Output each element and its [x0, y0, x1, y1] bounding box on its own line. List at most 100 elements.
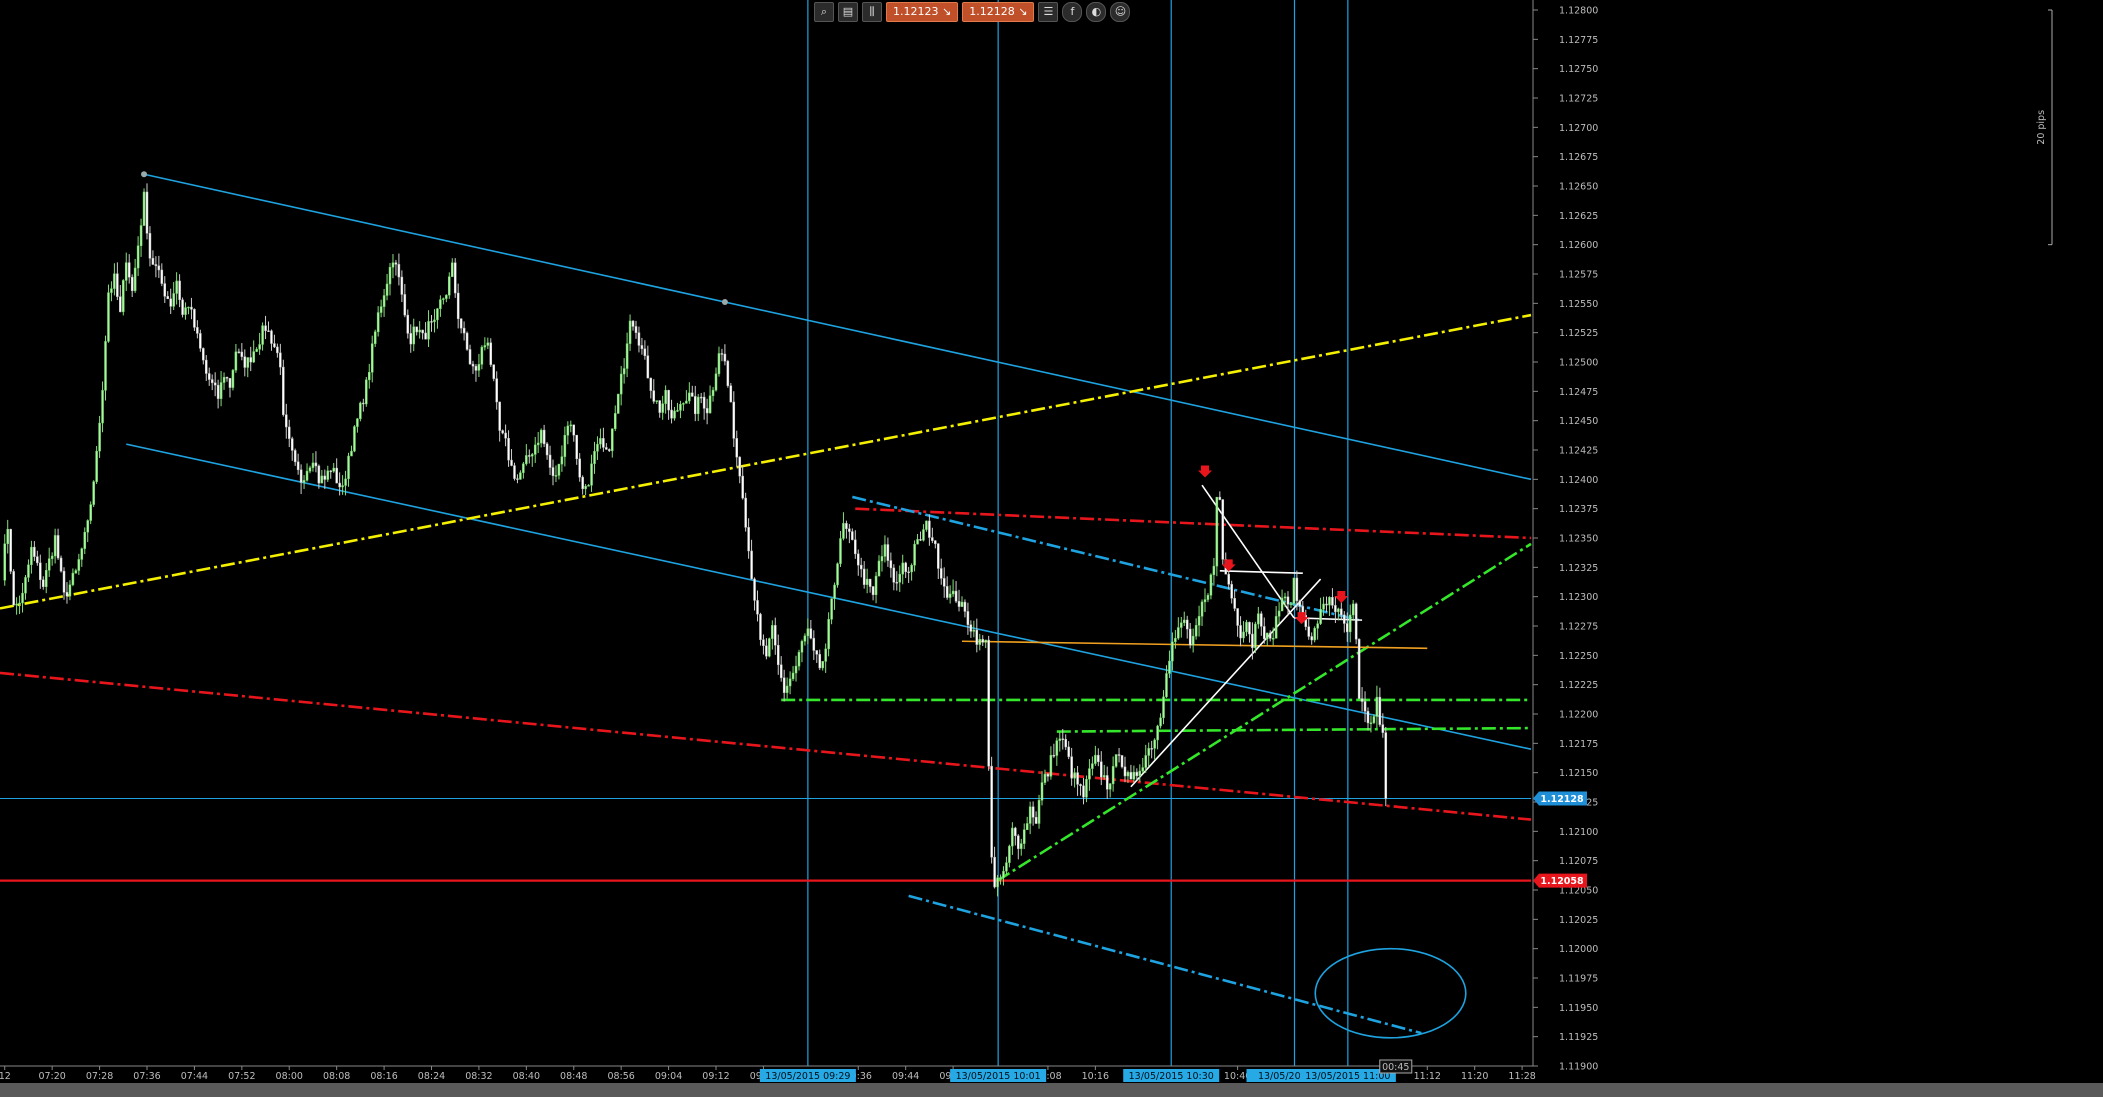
candle-body: [74, 570, 78, 574]
candle-body: [172, 293, 175, 307]
candle: [513, 462, 516, 481]
candle-body: [978, 638, 982, 645]
facebook-icon[interactable]: f: [1062, 2, 1083, 22]
candle: [92, 480, 95, 507]
candle-body: [640, 345, 644, 350]
price-tick-label: 1.12275: [1559, 622, 1598, 633]
candle-body: [160, 269, 164, 284]
bid-price: 1.12123: [893, 5, 939, 18]
candle-body: [670, 409, 673, 419]
time-tick-label: 07:36: [133, 1071, 160, 1082]
candle-body: [397, 264, 401, 278]
candle: [1357, 638, 1361, 699]
candle-body: [1209, 574, 1213, 596]
candle-body: [489, 342, 493, 365]
candle-body: [130, 276, 134, 291]
candle-body: [133, 267, 137, 291]
candle-body: [889, 560, 893, 569]
candle-body: [809, 628, 813, 639]
candle-body: [1008, 845, 1011, 863]
candle-body: [1022, 829, 1026, 844]
candle-body: [302, 480, 306, 483]
candle-body: [815, 650, 819, 655]
ask-price-button[interactable]: 1.12128 ↘: [962, 2, 1035, 22]
time-tick-label: 08:32: [465, 1071, 492, 1082]
candle-body: [285, 414, 288, 428]
chart-type-icon[interactable]: ▤: [838, 2, 858, 22]
candle-body: [1194, 625, 1198, 637]
candle-body: [1162, 696, 1165, 719]
candle-body: [1067, 746, 1070, 757]
candle-body: [421, 329, 424, 334]
candle-body: [468, 349, 472, 365]
candle-body: [228, 378, 232, 388]
profile-icon[interactable]: ☺: [1110, 2, 1131, 22]
candle-body: [237, 351, 241, 354]
candle-body: [77, 559, 81, 571]
candle-body: [409, 333, 413, 345]
candle: [353, 425, 356, 453]
candle: [768, 637, 771, 658]
zoom-icon[interactable]: ⌕: [814, 2, 834, 22]
candle-body: [1346, 623, 1349, 633]
candle-body: [1108, 783, 1112, 790]
candle-body: [261, 325, 264, 345]
price-tick-label: 1.12750: [1559, 64, 1598, 75]
candle-body: [1070, 756, 1073, 779]
candle-body: [1043, 773, 1047, 783]
candle-body: [9, 528, 12, 572]
candle-body: [575, 434, 578, 460]
time-tick-label: 11:20: [1461, 1071, 1488, 1082]
candle-body: [566, 425, 570, 436]
candle-body: [1254, 623, 1257, 649]
candle-body: [30, 546, 33, 566]
candle-body: [655, 400, 658, 402]
price-tick-label: 1.12425: [1559, 446, 1598, 457]
list-icon[interactable]: ☰: [1038, 2, 1059, 22]
candle-body: [1340, 608, 1343, 616]
candle-body: [839, 538, 842, 564]
candle-body: [1188, 628, 1192, 646]
candle-body: [1094, 754, 1097, 764]
candle-body: [92, 481, 95, 505]
candle-body: [883, 544, 887, 557]
candle-body: [240, 351, 244, 357]
candle-body: [6, 528, 9, 545]
pip-ruler-label: 20 pips: [2036, 110, 2047, 145]
candle-body: [631, 320, 635, 327]
time-tick-label: 08:48: [560, 1071, 587, 1082]
candle: [1209, 573, 1213, 600]
bid-price-button[interactable]: 1.12123 ↘: [886, 2, 959, 22]
candle-body: [741, 475, 744, 499]
candle: [181, 297, 184, 318]
candle-body: [857, 553, 860, 566]
candle-body: [68, 584, 72, 597]
candle-body: [3, 543, 6, 581]
candle-body: [279, 352, 282, 368]
price-tick-label: 1.11925: [1559, 1032, 1598, 1043]
candle: [107, 284, 110, 343]
price-chart[interactable]: 1.12800 1.12775 1.12750 1.12725 1.12700 1.126…: [0, 0, 2103, 1083]
time-tick-label: 08:16: [370, 1071, 397, 1082]
price-tick-label: 1.12025: [1559, 915, 1598, 926]
candle-body: [596, 443, 599, 452]
candle-body: [975, 629, 979, 645]
candle-body: [1307, 626, 1310, 637]
candle-body: [376, 312, 380, 332]
candle-body: [539, 429, 543, 444]
candle-body: [145, 191, 149, 234]
candle-body: [486, 342, 490, 346]
candle-body: [1177, 627, 1180, 639]
candle-body: [661, 403, 664, 413]
candle-body: [776, 644, 780, 666]
price-tick-label: 1.12525: [1559, 328, 1598, 339]
candle-body: [907, 571, 910, 573]
share-icon[interactable]: ◐: [1086, 2, 1107, 22]
candle-body: [448, 276, 451, 296]
horizontal-scrollbar[interactable]: [0, 1083, 2103, 1097]
candle-body: [1025, 823, 1029, 830]
candle: [729, 382, 733, 403]
candles-icon[interactable]: ⫼: [862, 2, 882, 22]
candle-body: [513, 465, 516, 479]
price-tick-label: 1.11975: [1559, 974, 1598, 985]
